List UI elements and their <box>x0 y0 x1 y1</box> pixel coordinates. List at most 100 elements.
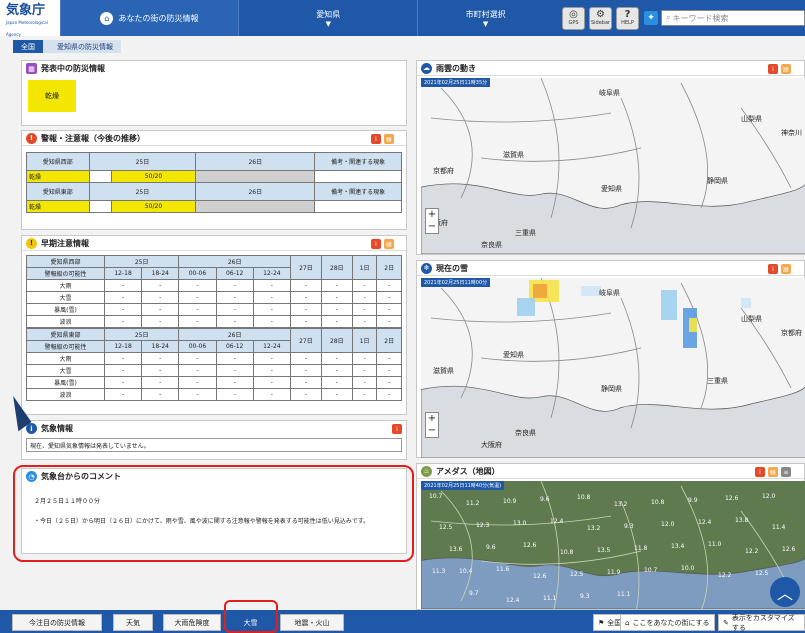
dash-cell: - <box>178 279 217 292</box>
info-icon[interactable]: i <box>768 264 778 274</box>
temperature-value[interactable]: 11.4 <box>772 524 785 531</box>
temperature-value[interactable]: 12.6 <box>725 495 738 502</box>
temperature-value[interactable]: 11.6 <box>496 566 509 573</box>
temperature-value[interactable]: 9.3 <box>624 523 634 530</box>
panel-header: ☁ 雨雲の動き <box>417 61 804 76</box>
info-icon[interactable]: i <box>392 424 402 434</box>
dash-cell: - <box>320 388 353 401</box>
temperature-value[interactable]: 10.0 <box>681 565 694 572</box>
menu-icon[interactable]: ≡ <box>781 467 791 477</box>
book-icon[interactable]: ▤ <box>768 467 778 477</box>
zoom-control[interactable]: + − <box>425 412 439 438</box>
temperature-value[interactable]: 11.1 <box>617 591 630 598</box>
temperature-value[interactable]: 10.8 <box>577 494 590 501</box>
phenomenon-cell: 波浪 <box>26 315 105 328</box>
search-placeholder: キーワード検索 <box>672 13 729 23</box>
panel-title: 気象情報 <box>41 424 73 433</box>
nav-prefecture[interactable]: 愛知県 ▼ <box>238 0 417 36</box>
temperature-value[interactable]: 12.0 <box>661 521 674 528</box>
book-icon[interactable]: ▤ <box>781 264 791 274</box>
dash-cell: - <box>376 352 402 365</box>
temperature-value[interactable]: 12.6 <box>533 573 546 580</box>
info-icon[interactable]: i <box>371 134 381 144</box>
tab-weather[interactable]: 天気 <box>113 614 153 631</box>
sidebar-button[interactable]: ⚙ Sidebar <box>589 6 613 30</box>
temperature-value[interactable]: 10.8 <box>651 499 664 506</box>
temperature-value[interactable]: 9.7 <box>469 590 479 597</box>
jma-logo[interactable]: 気象庁 Japan Meteorological Agency <box>0 0 60 37</box>
warnings-table: 愛知県西部 25日 26日 備考・関連する現象 乾燥 50/20 愛知県東部 2… <box>26 152 402 213</box>
snow-map[interactable]: 2021年02月25日11時00分 岐阜県 山梨県 京都府 滋賀県 愛知県 静岡県 三重県 奈良… <box>421 278 805 458</box>
temperature-value[interactable]: 12.0 <box>762 493 775 500</box>
info-icon[interactable]: i <box>371 239 381 249</box>
temperature-value[interactable]: 11.8 <box>634 545 647 552</box>
temperature-value[interactable]: 11.2 <box>466 500 479 507</box>
breadcrumb-national[interactable]: 全国 <box>13 40 43 53</box>
region-cell: 愛知県西部 <box>26 255 105 268</box>
book-icon[interactable]: ▤ <box>384 134 394 144</box>
temperature-value[interactable]: 13.5 <box>597 547 610 554</box>
rain-map[interactable]: 2021年02月25日11時35分 岐阜県 山梨県 神奈川 京都府 滋賀県 愛知県 静岡県 三重… <box>421 78 805 254</box>
temperature-value[interactable]: 12.5 <box>439 524 452 531</box>
temperature-value[interactable]: 13.4 <box>671 543 684 550</box>
remark-cell: 備考・関連する現象 <box>314 152 402 171</box>
zoom-in-icon[interactable]: + <box>428 209 436 221</box>
search-input[interactable]: ⌕ キーワード検索 <box>661 10 805 26</box>
set-home-button[interactable]: ⌂ ここをあなたの街にする <box>620 614 715 631</box>
temperature-value[interactable]: 13.8 <box>735 517 748 524</box>
twitter-icon[interactable]: ✦ <box>644 11 659 25</box>
customize-button[interactable]: ✎ 表示をカスタマイズする <box>718 614 805 632</box>
temperature-value[interactable]: 12.4 <box>550 518 563 525</box>
info-icon[interactable]: i <box>768 64 778 74</box>
zoom-out-icon[interactable]: − <box>428 425 436 437</box>
zoom-in-icon[interactable]: + <box>428 413 436 425</box>
temperature-value[interactable]: 13.0 <box>513 520 526 527</box>
temperature-value[interactable]: 12.5 <box>570 571 583 578</box>
zoom-control[interactable]: + − <box>425 208 439 234</box>
temperature-value[interactable]: 12.6 <box>782 546 795 553</box>
temperature-value[interactable]: 9.6 <box>486 544 496 551</box>
temperature-value[interactable]: 10.7 <box>644 567 657 574</box>
temperature-value[interactable]: 12.2 <box>718 572 731 579</box>
tab-featured[interactable]: 今注目の防災情報 <box>12 614 102 631</box>
temperature-value[interactable]: 9.6 <box>540 496 550 503</box>
temperature-value[interactable]: 11.9 <box>607 569 620 576</box>
book-icon[interactable]: ▤ <box>384 239 394 249</box>
dash-cell: - <box>141 376 180 389</box>
temperature-value[interactable]: 11.3 <box>432 568 445 575</box>
warnings-table-wrap: 愛知県西部 25日 26日 備考・関連する現象 乾燥 50/20 愛知県東部 2… <box>22 146 406 213</box>
temperature-value[interactable]: 10.8 <box>560 549 573 556</box>
temperature-value[interactable]: 10.7 <box>429 493 442 500</box>
temperature-value[interactable]: 13.6 <box>449 546 462 553</box>
temperature-value[interactable]: 12.3 <box>476 522 489 529</box>
amedas-map[interactable]: 2021年02月25日11時40分(気温) 10.7 11.2 10.9 9.6 10.8… <box>421 481 805 609</box>
tab-earthquake-volcano[interactable]: 地震・火山 <box>280 614 344 631</box>
temperature-value[interactable]: 12.5 <box>755 570 768 577</box>
time-cell: 06-12 <box>215 267 254 280</box>
info-icon[interactable]: i <box>755 467 765 477</box>
temperature-value[interactable]: 10.9 <box>503 498 516 505</box>
temperature-value[interactable]: 9.3 <box>580 593 590 600</box>
gps-button[interactable]: ◎ GPS <box>562 6 586 30</box>
drought-badge[interactable]: 乾燥 <box>28 80 76 112</box>
book-icon[interactable]: ▤ <box>781 64 791 74</box>
nav-local-info[interactable]: ⌂ あなたの街の防災情報 <box>59 0 239 36</box>
temperature-value[interactable]: 11.1 <box>543 595 556 602</box>
help-button[interactable]: ? HELP <box>616 6 640 30</box>
temperature-value[interactable]: 10.4 <box>459 568 472 575</box>
nav-municipality[interactable]: 市町村選択 ▼ <box>417 0 553 36</box>
row-label: 乾燥 <box>26 200 90 213</box>
temperature-value[interactable]: 12.4 <box>506 597 519 604</box>
temperature-value[interactable]: 13.2 <box>614 501 627 508</box>
breadcrumb-prefecture[interactable]: 愛知県の防災情報 <box>43 40 121 53</box>
tab-rain-risk[interactable]: 大雨危険度 <box>163 614 221 631</box>
temperature-value[interactable]: 12.4 <box>698 519 711 526</box>
zoom-out-icon[interactable]: − <box>428 221 436 233</box>
temperature-value[interactable]: 12.6 <box>523 542 536 549</box>
temperature-value[interactable]: 12.2 <box>745 548 758 555</box>
temperature-value[interactable]: 11.0 <box>708 541 721 548</box>
temperature-value[interactable]: 9.9 <box>688 497 698 504</box>
temperature-value[interactable]: 13.2 <box>587 525 600 532</box>
scroll-top-button[interactable]: ︿ <box>770 577 800 607</box>
dash-cell: - <box>376 376 402 389</box>
